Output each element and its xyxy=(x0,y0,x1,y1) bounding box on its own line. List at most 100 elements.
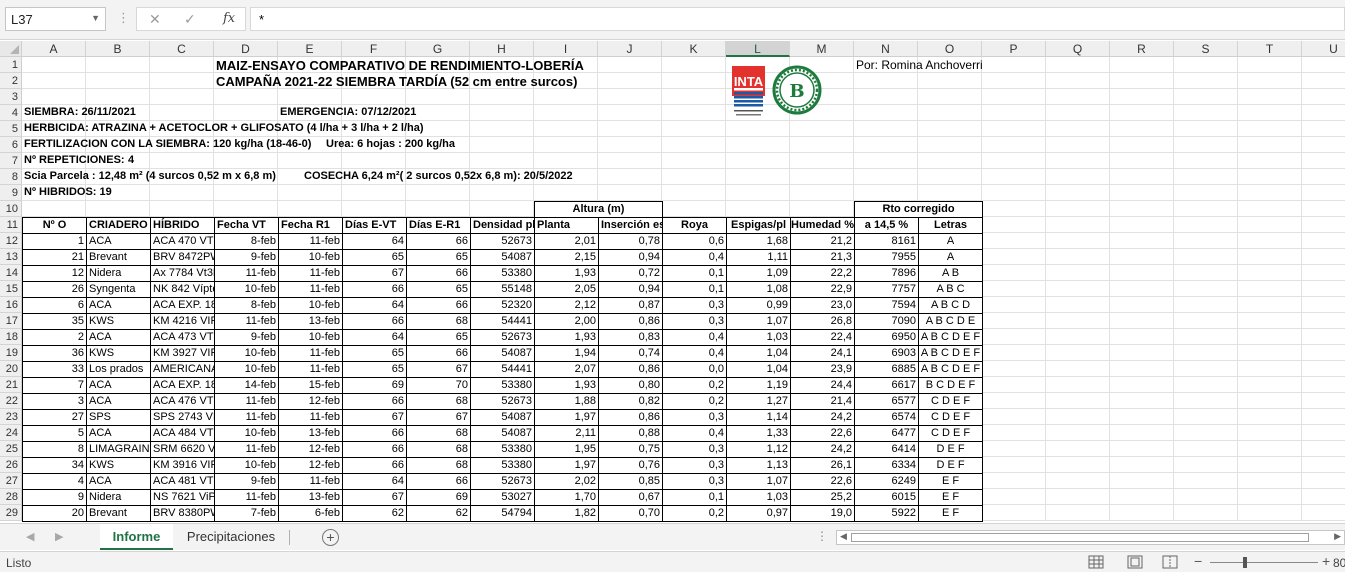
data-cell[interactable]: 11-feb xyxy=(214,489,279,506)
data-cell[interactable]: 6015 xyxy=(854,489,919,506)
data-cell[interactable]: 6950 xyxy=(854,329,919,346)
data-cell[interactable]: E F xyxy=(918,505,983,522)
data-cell[interactable]: 1,70 xyxy=(534,489,599,506)
data-cell[interactable]: 0,4 xyxy=(662,329,727,346)
data-cell[interactable]: Ax 7784 Vt3P xyxy=(150,265,215,282)
scrollbar-thumb[interactable] xyxy=(851,533,1309,542)
column-header-b[interactable]: B xyxy=(86,41,150,57)
data-cell[interactable]: 1 xyxy=(22,233,87,250)
data-cell[interactable]: 70 xyxy=(406,377,471,394)
column-header-q[interactable]: Q xyxy=(1046,41,1110,57)
data-cell[interactable]: 8 xyxy=(22,441,87,458)
data-cell[interactable]: 7955 xyxy=(854,249,919,266)
data-cell[interactable]: A B C D E F xyxy=(918,345,983,362)
data-cell[interactable]: 34 xyxy=(22,457,87,474)
data-cell[interactable]: 2,05 xyxy=(534,281,599,298)
column-title[interactable]: Inserción espiga xyxy=(598,217,663,234)
row-header-11[interactable]: 11 xyxy=(0,217,22,233)
data-cell[interactable]: 67 xyxy=(342,409,407,426)
data-cell[interactable]: 0,3 xyxy=(662,313,727,330)
data-cell[interactable]: 1,82 xyxy=(534,505,599,522)
data-cell[interactable]: 23,0 xyxy=(790,297,855,314)
formula-input[interactable]: * xyxy=(250,7,1345,31)
data-cell[interactable]: E F xyxy=(918,489,983,506)
data-cell[interactable]: 52673 xyxy=(470,233,535,250)
column-header-k[interactable]: K xyxy=(662,41,726,57)
data-cell[interactable]: 26 xyxy=(22,281,87,298)
column-header-u[interactable]: U xyxy=(1302,41,1345,57)
data-cell[interactable]: 67 xyxy=(342,265,407,282)
data-cell[interactable]: 21,3 xyxy=(790,249,855,266)
data-cell[interactable]: 64 xyxy=(342,473,407,490)
data-cell[interactable]: 1,04 xyxy=(726,361,791,378)
data-cell[interactable]: A xyxy=(918,249,983,266)
data-cell[interactable]: ACA 470 VT3P xyxy=(150,233,215,250)
data-cell[interactable]: 24,2 xyxy=(790,441,855,458)
data-cell[interactable]: 1,68 xyxy=(726,233,791,250)
data-cell[interactable]: 2,00 xyxy=(534,313,599,330)
data-cell[interactable]: 24,4 xyxy=(790,377,855,394)
data-cell[interactable]: 54794 xyxy=(470,505,535,522)
data-cell[interactable]: BRV 8380PWU xyxy=(150,505,215,522)
data-cell[interactable]: 66 xyxy=(342,313,407,330)
data-cell[interactable]: 7757 xyxy=(854,281,919,298)
prev-sheet-icon[interactable]: ◀ xyxy=(26,530,34,543)
data-cell[interactable]: 21,2 xyxy=(790,233,855,250)
data-cell[interactable]: 11-feb xyxy=(278,281,343,298)
data-cell[interactable]: 35 xyxy=(22,313,87,330)
data-cell[interactable]: 0,85 xyxy=(598,473,663,490)
row-header-9[interactable]: 9 xyxy=(0,185,22,201)
data-cell[interactable]: 68 xyxy=(406,425,471,442)
data-cell[interactable]: 0,1 xyxy=(662,265,727,282)
data-cell[interactable]: 11-feb xyxy=(278,345,343,362)
column-title[interactable]: HÍBRIDO xyxy=(150,217,215,234)
data-cell[interactable]: 0,82 xyxy=(598,393,663,410)
column-header-g[interactable]: G xyxy=(406,41,470,57)
data-cell[interactable]: 22,6 xyxy=(790,425,855,442)
data-cell[interactable]: 0,2 xyxy=(662,505,727,522)
data-cell[interactable]: 27 xyxy=(22,409,87,426)
data-cell[interactable]: 1,08 xyxy=(726,281,791,298)
insert-function-icon[interactable]: fx xyxy=(223,11,235,26)
column-header-t[interactable]: T xyxy=(1238,41,1302,57)
row-header-21[interactable]: 21 xyxy=(0,377,22,393)
data-cell[interactable]: ACA 476 VT3P xyxy=(150,393,215,410)
data-cell[interactable]: 65 xyxy=(406,281,471,298)
data-cell[interactable]: C D E F xyxy=(918,409,983,426)
data-cell[interactable]: 11-feb xyxy=(214,393,279,410)
row-header-7[interactable]: 7 xyxy=(0,153,22,169)
page-break-view-icon[interactable] xyxy=(1162,555,1178,569)
column-header-c[interactable]: C xyxy=(150,41,214,57)
data-cell[interactable]: 22,6 xyxy=(790,473,855,490)
data-cell[interactable]: A xyxy=(918,233,983,250)
data-cell[interactable]: 24,1 xyxy=(790,345,855,362)
data-cell[interactable]: 20 xyxy=(22,505,87,522)
data-cell[interactable]: 67 xyxy=(342,489,407,506)
data-cell[interactable]: 6414 xyxy=(854,441,919,458)
data-cell[interactable]: LIMAGRAIN xyxy=(86,441,151,458)
data-cell[interactable]: 0,74 xyxy=(598,345,663,362)
data-cell[interactable]: 66 xyxy=(342,441,407,458)
row-header-17[interactable]: 17 xyxy=(0,313,22,329)
data-cell[interactable]: 12 xyxy=(22,265,87,282)
data-cell[interactable]: 65 xyxy=(406,249,471,266)
data-cell[interactable]: 53380 xyxy=(470,265,535,282)
row-header-20[interactable]: 20 xyxy=(0,361,22,377)
data-cell[interactable]: 9-feb xyxy=(214,249,279,266)
column-title[interactable]: Espigas/pl xyxy=(726,217,791,234)
data-cell[interactable]: 10-feb xyxy=(214,425,279,442)
data-cell[interactable]: A B C D E F xyxy=(918,361,983,378)
data-cell[interactable]: 26,8 xyxy=(790,313,855,330)
data-cell[interactable]: 53380 xyxy=(470,441,535,458)
row-header-24[interactable]: 24 xyxy=(0,425,22,441)
data-cell[interactable]: 64 xyxy=(342,297,407,314)
data-cell[interactable]: 0,3 xyxy=(662,457,727,474)
cancel-icon[interactable]: ✕ xyxy=(149,11,161,28)
data-cell[interactable]: 19,0 xyxy=(790,505,855,522)
data-cell[interactable]: 0,78 xyxy=(598,233,663,250)
data-cell[interactable]: 11-feb xyxy=(214,265,279,282)
data-cell[interactable]: 6477 xyxy=(854,425,919,442)
select-all-corner[interactable] xyxy=(0,41,22,57)
data-cell[interactable]: 12-feb xyxy=(278,393,343,410)
scroll-left-icon[interactable]: ◀ xyxy=(840,531,847,542)
